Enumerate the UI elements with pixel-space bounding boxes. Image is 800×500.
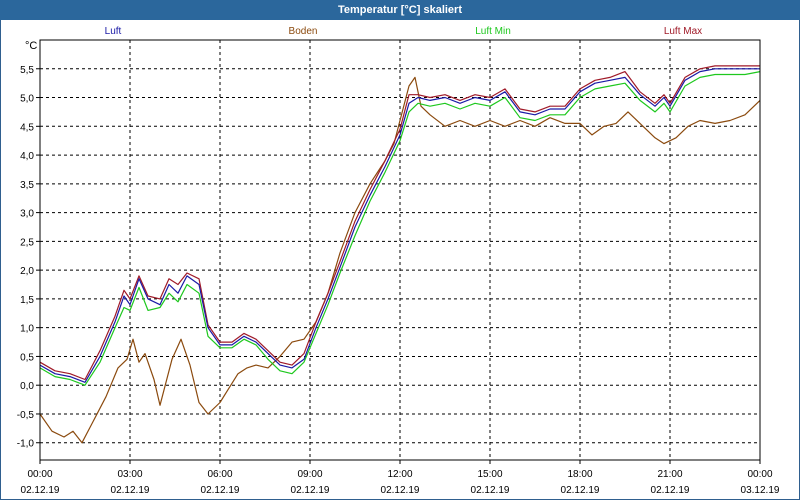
x-tick-time-label: 21:00 (657, 469, 682, 480)
y-tick-label: 4,5 (20, 122, 34, 133)
legend-item-luft-max: Luft Max (664, 26, 702, 37)
legend: Luft Boden Luft Min Luft Max (105, 26, 703, 37)
y-axis-unit-label: °C (25, 40, 37, 52)
legend-item-luft: Luft (105, 26, 122, 37)
x-tick-time-label: 00:00 (747, 469, 772, 480)
x-tick-date-label: 02.12.19 (561, 485, 600, 496)
y-tick-label: 0,0 (20, 381, 34, 392)
legend-item-boden: Boden (289, 26, 318, 37)
x-tick-time-label: 09:00 (297, 469, 322, 480)
x-tick-date-label: 02.12.19 (651, 485, 690, 496)
y-tick-label: 5,0 (20, 94, 34, 105)
x-tick-time-label: 06:00 (207, 469, 232, 480)
x-tick-date-label: 02.12.19 (381, 485, 420, 496)
temperature-chart: Luft Boden Luft Min Luft Max °C -1,0 -0,5 0,0… (17, 26, 780, 496)
y-tick-label: 0,5 (20, 352, 34, 363)
x-tick-date-label: 02.12.19 (471, 485, 510, 496)
y-tick-label: 2,5 (20, 237, 34, 248)
x-tick-date-label: 02.12.19 (201, 485, 240, 496)
x-tick-time-label: 12:00 (387, 469, 412, 480)
x-tick-time-label: 15:00 (477, 469, 502, 480)
y-tick-label: 5,5 (20, 65, 34, 76)
x-tick-date-label: 03.12.19 (741, 485, 780, 496)
y-tick-label: 4,0 (20, 151, 34, 162)
x-tick-date-label: 02.12.19 (291, 485, 330, 496)
x-tick-date-label: 02.12.19 (21, 485, 60, 496)
grid (40, 40, 760, 460)
y-tick-label: 2,0 (20, 266, 34, 277)
y-tick-label: 3,5 (20, 180, 34, 191)
series-group (39, 65, 761, 444)
y-tick-label: -0,5 (17, 410, 35, 421)
x-tick-date-label: 02.12.19 (111, 485, 150, 496)
x-tick-time-label: 00:00 (27, 469, 52, 480)
y-tick-label: -1,0 (17, 439, 35, 450)
x-tick-time-label: 18:00 (567, 469, 592, 480)
y-axis: -1,0 -0,5 0,0 0,5 1,0 1,5 2,0 2,5 3,0 3,5 4,0 4,5 5,… (17, 65, 40, 450)
y-tick-label: 1,5 (20, 295, 34, 306)
legend-item-luft-min: Luft Min (475, 26, 511, 37)
x-axis: 00:00 02.12.19 03:00 02.12.19 06:00 02.12.19 0… (21, 460, 780, 496)
y-tick-label: 3,0 (20, 209, 34, 220)
y-tick-label: 1,0 (20, 324, 34, 335)
x-tick-time-label: 03:00 (117, 469, 142, 480)
